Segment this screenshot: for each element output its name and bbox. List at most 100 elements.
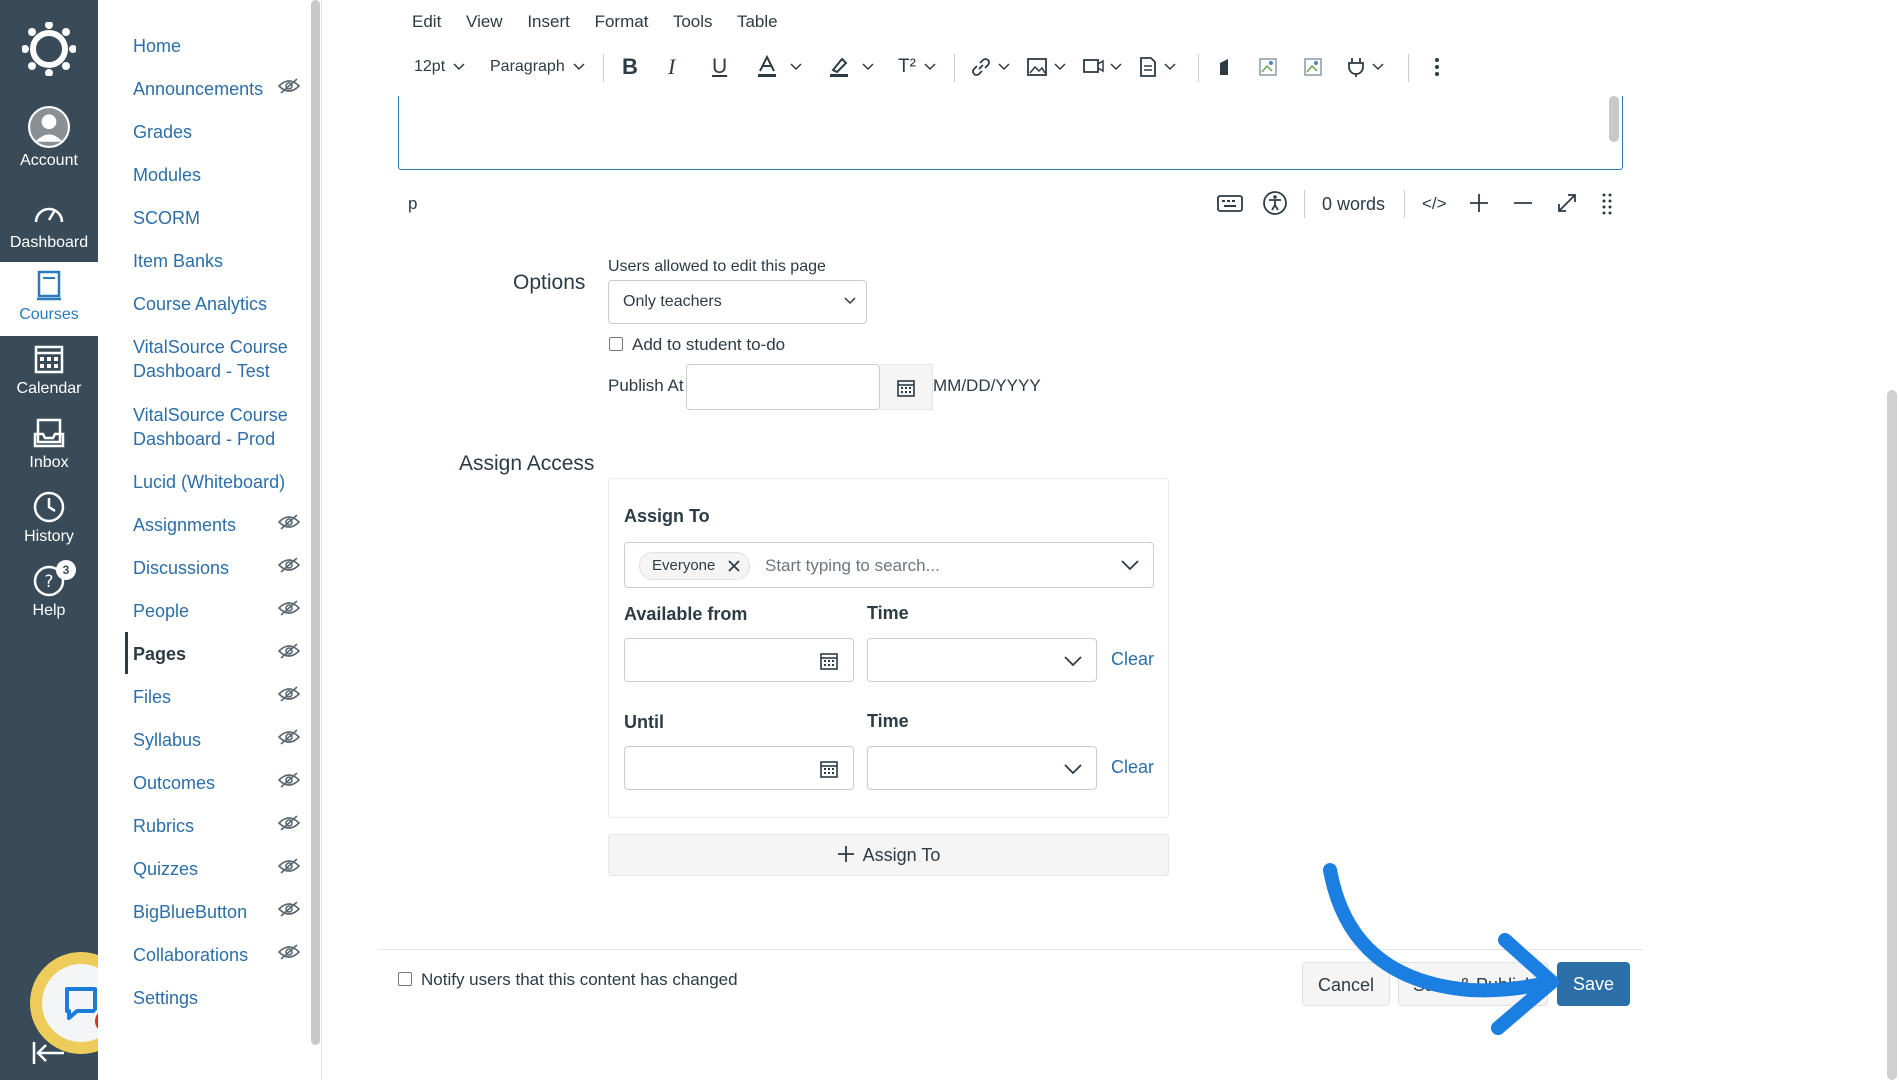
publish-at-input[interactable] <box>686 364 880 410</box>
cancel-button[interactable]: Cancel <box>1302 962 1390 1006</box>
minus-icon[interactable] <box>1512 192 1534 214</box>
block-format-dropdown[interactable]: Paragraph <box>490 46 585 88</box>
toolbar-separator <box>954 54 955 82</box>
global-nav-label: Help <box>32 602 66 619</box>
menu-insert[interactable]: Insert <box>527 12 570 31</box>
chevron-down-icon <box>862 63 874 71</box>
assign-to-search-placeholder[interactable]: Start typing to search... <box>765 556 940 576</box>
help-notification-badge: 3 <box>56 560 76 580</box>
chevron-down-icon <box>790 63 802 71</box>
text-color-button[interactable] <box>756 46 802 88</box>
publish-at-calendar-button[interactable] <box>880 364 933 410</box>
document-button[interactable] <box>1138 46 1176 88</box>
course-nav-grades[interactable]: Grades <box>133 120 313 144</box>
global-nav-calendar[interactable]: Calendar <box>0 342 98 416</box>
global-nav-help[interactable]: ? Help <box>0 564 98 638</box>
keyboard-shortcuts-icon[interactable] <box>1216 190 1244 214</box>
remove-tag-icon[interactable] <box>727 559 741 573</box>
course-nav-modules[interactable]: Modules <box>133 163 313 187</box>
menu-tools[interactable]: Tools <box>673 12 713 31</box>
save-and-publish-button[interactable]: Save & Publish <box>1398 962 1548 1006</box>
highlight-icon <box>830 57 848 77</box>
course-nav-lucid[interactable]: Lucid (Whiteboard) <box>133 470 313 494</box>
global-nav-inbox[interactable]: Inbox <box>0 416 98 490</box>
global-nav-account[interactable]: Account <box>0 106 98 180</box>
more-options-icon[interactable] <box>1434 46 1440 88</box>
available-from-time-select[interactable] <box>867 638 1097 682</box>
clear-until-button[interactable]: Clear <box>1111 757 1154 778</box>
fullscreen-icon[interactable] <box>1556 192 1578 214</box>
link-icon <box>972 58 990 76</box>
clear-available-from-button[interactable]: Clear <box>1111 649 1154 670</box>
chevron-down-icon <box>573 63 585 71</box>
media-button[interactable] <box>1082 46 1122 88</box>
add-assign-to-button[interactable]: Assign To <box>608 834 1169 876</box>
resize-handle-icon[interactable] <box>1602 192 1612 216</box>
chevron-down-icon[interactable] <box>1121 560 1139 571</box>
global-nav-history[interactable]: History <box>0 490 98 564</box>
chevron-down-icon <box>924 63 936 71</box>
bold-icon[interactable]: B <box>622 46 638 88</box>
student-todo-checkbox[interactable] <box>609 337 623 351</box>
italic-icon[interactable]: I <box>668 46 675 88</box>
chevron-down-icon <box>453 63 465 71</box>
superscript-icon: T² <box>898 56 916 77</box>
menu-view[interactable]: View <box>466 12 503 31</box>
link-button[interactable] <box>970 46 1010 88</box>
hidden-eye-icon <box>278 858 300 874</box>
editor-scrollbar[interactable] <box>1609 96 1619 142</box>
status-separator <box>1404 190 1405 218</box>
global-nav-dashboard[interactable]: Dashboard <box>0 196 98 270</box>
toolbar-separator <box>1408 54 1409 82</box>
font-size-dropdown[interactable]: 12pt <box>414 46 465 88</box>
block-format-value: Paragraph <box>490 58 565 75</box>
menu-table[interactable]: Table <box>737 12 778 31</box>
course-nav-scrollbar[interactable] <box>311 0 320 1045</box>
word-count[interactable]: 0 words <box>1322 194 1385 215</box>
course-nav-course-analytics[interactable]: Course Analytics <box>133 292 313 316</box>
assignee-tag-everyone: Everyone <box>639 552 751 580</box>
available-from-date-input[interactable] <box>624 638 854 682</box>
global-nav: Account Dashboard Courses Calendar Inbox <box>0 0 98 1080</box>
rich-content-editor[interactable] <box>398 96 1623 170</box>
course-nav-item-banks[interactable]: Item Banks <box>133 249 313 273</box>
superscript-button[interactable]: T² <box>898 46 936 88</box>
document-icon <box>1140 57 1156 77</box>
global-nav-courses[interactable]: Courses <box>0 262 98 336</box>
notify-users-checkbox[interactable] <box>398 972 412 986</box>
assign-to-combobox[interactable]: Everyone Start typing to search... <box>624 542 1154 588</box>
page-scrollbar[interactable] <box>1887 390 1897 1080</box>
course-nav-settings[interactable]: Settings <box>133 986 313 1010</box>
calendar-icon[interactable] <box>819 651 839 671</box>
edit-permission-select[interactable]: Only teachers <box>608 280 867 324</box>
element-path[interactable]: p <box>408 194 417 214</box>
canvas-logo-icon[interactable] <box>22 22 76 76</box>
broken-image-icon[interactable] <box>1258 46 1278 88</box>
highlight-color-button[interactable] <box>828 46 874 88</box>
html-editor-toggle[interactable]: </> <box>1422 194 1447 214</box>
course-nav-scorm[interactable]: SCORM <box>133 206 313 230</box>
course-nav-home[interactable]: Home <box>133 34 313 58</box>
image-button[interactable] <box>1026 46 1066 88</box>
hidden-eye-icon <box>278 815 300 831</box>
menu-format[interactable]: Format <box>595 12 649 31</box>
course-nav-vitalsource-prod[interactable]: VitalSource Course Dashboard - Prod <box>133 403 313 451</box>
until-date-input[interactable] <box>624 746 854 790</box>
hidden-eye-icon <box>278 600 300 616</box>
broken-image-icon[interactable] <box>1303 46 1323 88</box>
calendar-icon[interactable] <box>819 759 839 779</box>
footer-divider <box>378 949 1643 950</box>
until-time-select[interactable] <box>867 746 1097 790</box>
hidden-eye-icon <box>278 514 300 530</box>
calendar-icon <box>897 380 915 397</box>
font-size-value: 12pt <box>414 58 446 75</box>
apps-plugin-button[interactable] <box>1346 46 1384 88</box>
lti-tool-icon[interactable] <box>1216 46 1234 88</box>
menu-edit[interactable]: Edit <box>412 12 441 31</box>
course-nav-vitalsource-test[interactable]: VitalSource Course Dashboard - Test <box>133 335 313 383</box>
underline-icon[interactable]: U <box>712 46 727 88</box>
plus-icon[interactable] <box>1468 192 1490 214</box>
accessibility-checker-icon[interactable] <box>1262 190 1288 216</box>
chevron-down-icon <box>1164 63 1176 71</box>
save-button[interactable]: Save <box>1557 962 1630 1006</box>
